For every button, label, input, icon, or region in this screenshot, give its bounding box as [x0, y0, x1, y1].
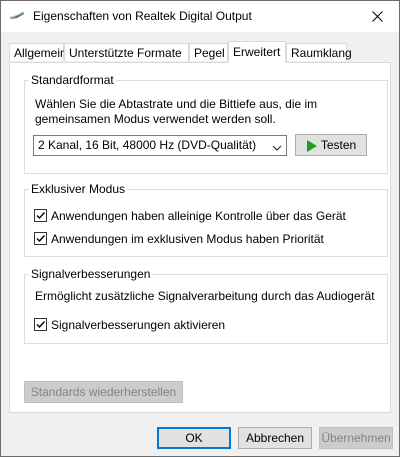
- test-button-label: Testen: [320, 138, 357, 152]
- properties-dialog: Eigenschaften von Realtek Digital Output…: [0, 0, 400, 457]
- window-title: Eigenschaften von Realtek Digital Output: [33, 9, 252, 23]
- tab-erweitert[interactable]: Erweitert: [228, 41, 286, 63]
- format-description-line1: Wählen Sie die Abtastrate und die Bittie…: [35, 97, 318, 111]
- chevron-down-icon: [272, 141, 282, 151]
- ok-button[interactable]: OK: [157, 427, 231, 449]
- test-button[interactable]: Testen: [295, 134, 367, 156]
- standardformat-heading: Standardformat: [29, 73, 116, 87]
- close-button[interactable]: [355, 1, 399, 32]
- format-dropdown-value: 2 Kanal, 16 Bit, 48000 Hz (DVD-Qualität): [38, 138, 257, 152]
- title-bar[interactable]: Eigenschaften von Realtek Digital Output: [1, 1, 399, 32]
- tab-raumklang[interactable]: Raumklang: [286, 43, 352, 61]
- enhancements-checkbox[interactable]: [34, 318, 47, 331]
- apply-button[interactable]: Übernehmen: [319, 427, 393, 449]
- speaker-icon: [9, 10, 25, 22]
- format-description-line2: gemeinsamen Modus verwendet werden soll.: [35, 112, 276, 126]
- enhancements-heading: Signalverbesserungen: [29, 267, 153, 281]
- checkmark-icon: [36, 235, 46, 243]
- enhancements-description: Ermöglicht zusätzliche Signalverarbeitun…: [35, 289, 375, 303]
- tab-allgemein[interactable]: Allgemein: [9, 43, 67, 61]
- play-icon: [306, 139, 317, 152]
- exclusive-priority-checkbox[interactable]: [34, 232, 47, 245]
- checkmark-icon: [36, 321, 46, 329]
- format-dropdown[interactable]: 2 Kanal, 16 Bit, 48000 Hz (DVD-Qualität): [33, 135, 287, 156]
- restore-defaults-button[interactable]: Standards wiederherstellen: [24, 381, 183, 403]
- cancel-button[interactable]: Abbrechen: [238, 427, 312, 449]
- tab-pegel[interactable]: Pegel: [189, 43, 228, 61]
- exclusive-mode-heading: Exklusiver Modus: [29, 182, 128, 196]
- exclusive-priority-label: Anwendungen im exklusiven Modus haben Pr…: [51, 232, 324, 246]
- exclusive-control-label: Anwendungen haben alleinige Kontrolle üb…: [51, 209, 346, 223]
- standardformat-group: Standardformat: [24, 73, 388, 174]
- exclusive-control-checkbox[interactable]: [34, 209, 47, 222]
- enhancements-group: Signalverbesserungen: [24, 267, 388, 344]
- checkmark-icon: [36, 212, 46, 220]
- enhancements-label: Signalverbesserungen aktivieren: [51, 318, 226, 332]
- close-icon: [371, 11, 383, 22]
- tab-unterstuetzte-formate[interactable]: Unterstützte Formate: [64, 43, 189, 61]
